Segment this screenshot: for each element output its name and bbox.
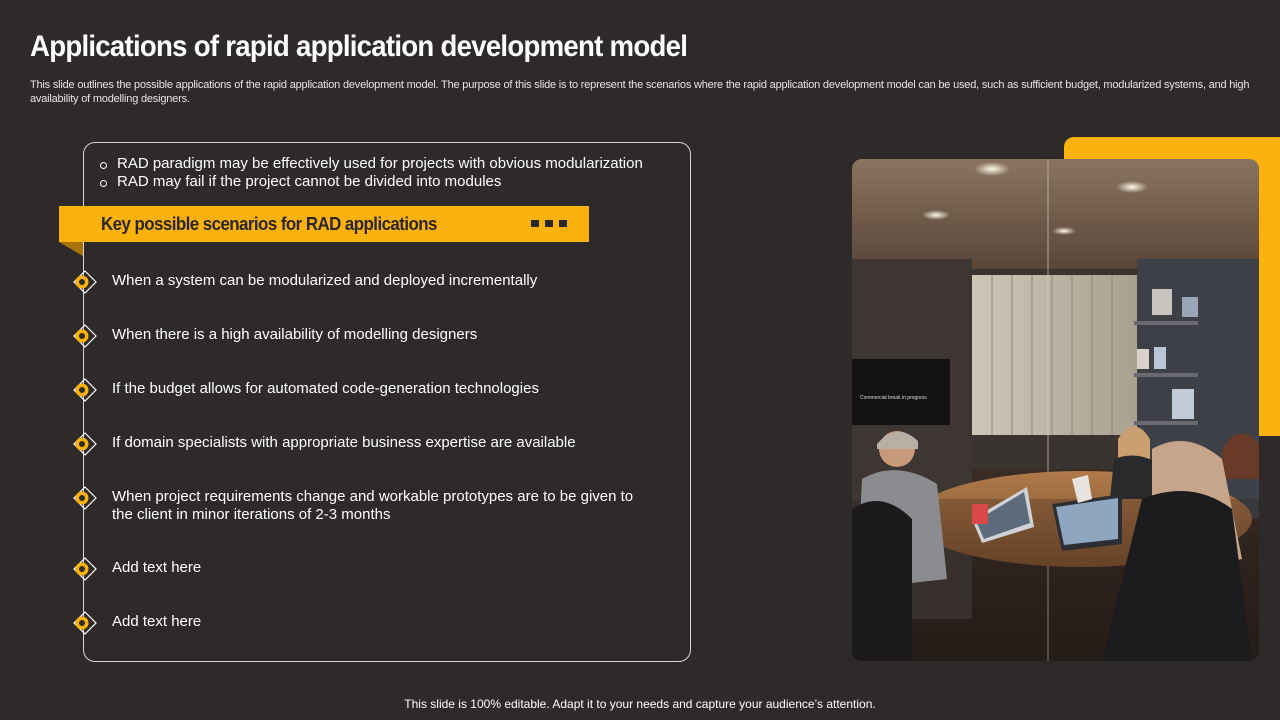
slide-subtitle: This slide outlines the possible applica… [30,79,1250,105]
scenario-text: When a system can be modularized and dep… [112,272,538,289]
meeting-room-illustration: Commercial break in progress [852,159,1259,661]
scenario-text: When there is a high availability of mod… [112,326,478,343]
scenario-text: When project requirements change and wor… [112,488,634,523]
banner-heading: Key possible scenarios for RAD applicati… [101,214,437,234]
diamond-bullet-icon [73,270,97,294]
intro-point: RAD paradigm may be effectively used for… [98,155,643,173]
banner-dots-icon [531,220,567,227]
scenarios-banner: Key possible scenarios for RAD applicati… [59,206,589,242]
diamond-bullet-icon [73,324,97,348]
banner-fold [59,242,83,256]
slide-footer: This slide is 100% editable. Adapt it to… [404,697,876,711]
scenario-text: If the budget allows for automated code-… [112,380,539,397]
slide-title: Applications of rapid application develo… [30,30,688,63]
diamond-bullet-icon [73,432,97,456]
intro-list: RAD paradigm may be effectively used for… [98,155,643,191]
scenario-text: Add text here [112,559,202,576]
diamond-bullet-icon [73,611,97,635]
diamond-bullet-icon [73,486,97,510]
meeting-room-photo: Commercial break in progress [852,159,1259,661]
diamond-bullet-icon [73,378,97,402]
tv-caption: Commercial break in progress [860,395,927,401]
scenario-text: Add text here [112,613,202,630]
intro-point: RAD may fail if the project cannot be di… [98,173,643,191]
scenario-text: If domain specialists with appropriate b… [112,434,576,451]
diamond-bullet-icon [73,557,97,581]
